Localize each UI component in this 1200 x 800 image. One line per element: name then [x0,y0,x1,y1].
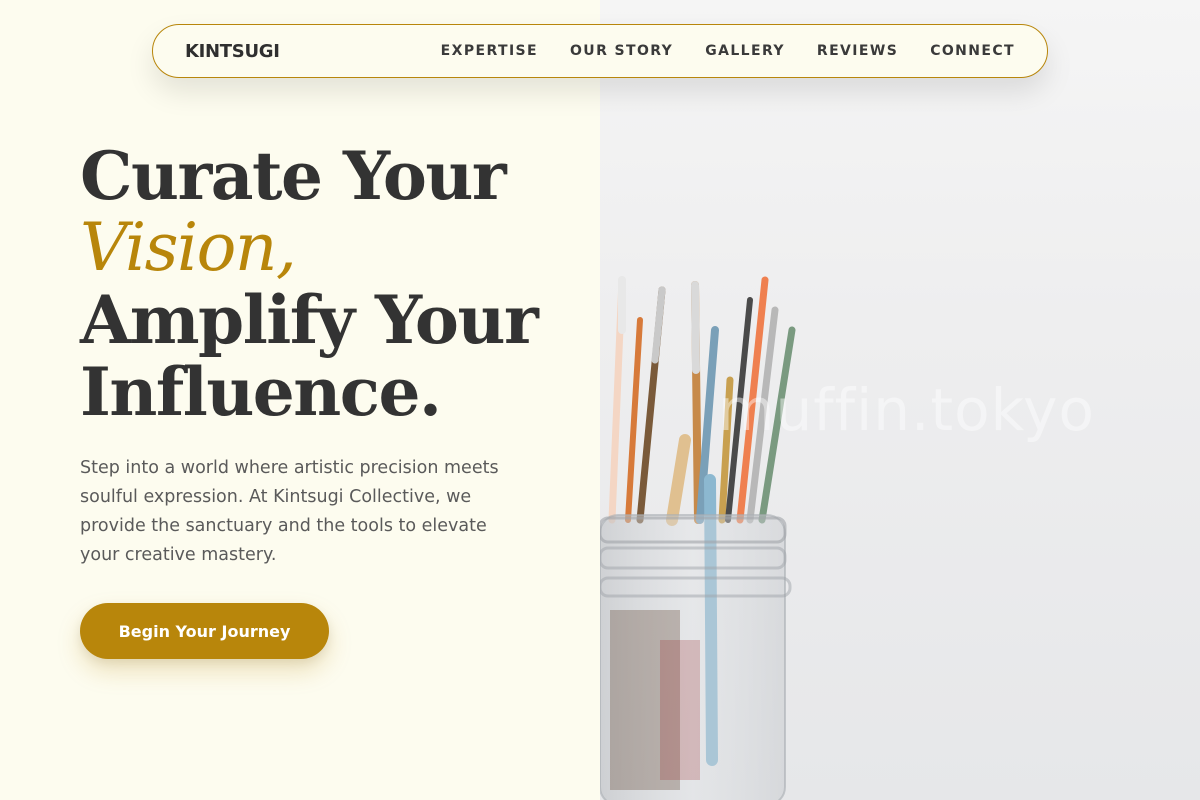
top-navbar: KINTSUGI EXPERTISE OUR STORY GALLERY REV… [152,24,1048,78]
nav-link-expertise[interactable]: EXPERTISE [441,43,538,59]
nav-link-gallery[interactable]: GALLERY [705,43,785,59]
begin-journey-button[interactable]: Begin Your Journey [80,603,329,659]
hero-title: Curate Your Vision, Amplify Your Influen… [80,140,580,428]
hero-title-accent: Vision, [80,209,297,286]
nav-link-our-story[interactable]: OUR STORY [570,43,673,59]
nav-links: EXPERTISE OUR STORY GALLERY REVIEWS CONN… [441,43,1015,59]
hero-title-line-1: Curate Your [80,137,507,215]
brand-logo[interactable]: KINTSUGI [185,41,280,62]
hero-description: Step into a world where artistic precisi… [80,458,499,565]
hero-title-line-3: Amplify Your [80,281,539,359]
nav-link-connect[interactable]: CONNECT [930,43,1015,59]
hero-title-line-4: Influence. [80,353,442,431]
image-watermark: muffin.tokyo [718,376,1095,444]
nav-link-reviews[interactable]: REVIEWS [817,43,898,59]
hero-image: muffin.tokyo [600,0,1200,800]
